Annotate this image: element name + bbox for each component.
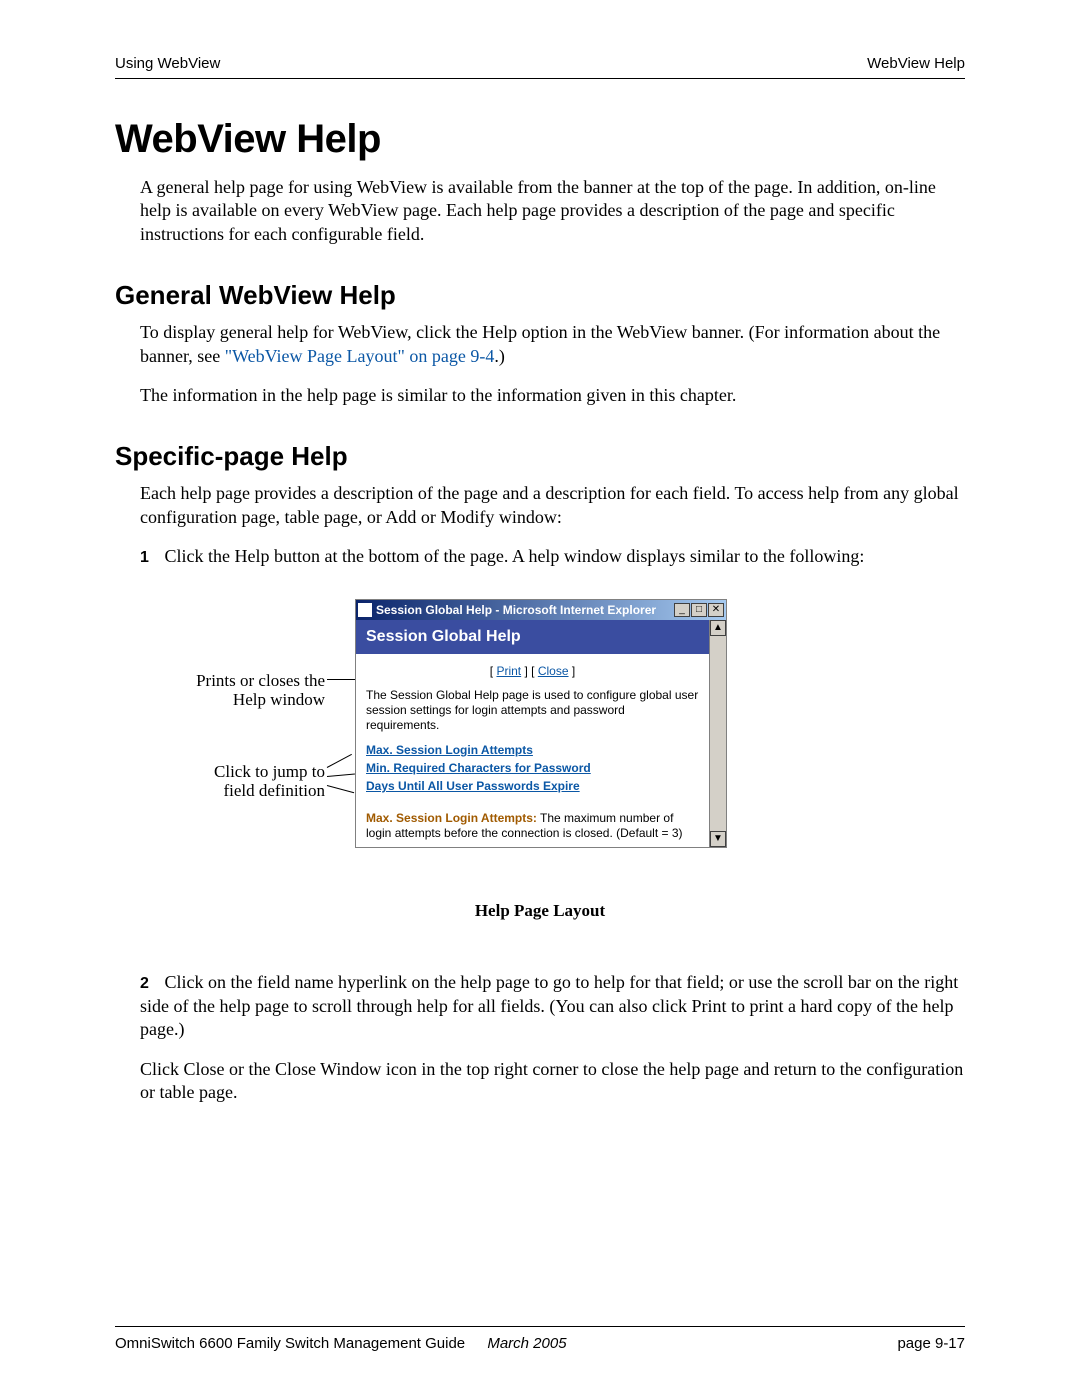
figure-caption: Help Page Layout: [115, 901, 965, 921]
section-general-p2: The information in the help page is simi…: [140, 384, 965, 407]
step-1: 1 Click the Help button at the bottom of…: [140, 545, 965, 569]
footer-page: page 9-17: [897, 1335, 965, 1352]
help-window-title: Session Global Help - Microsoft Internet…: [376, 603, 673, 617]
topic-link-min-chars[interactable]: Min. Required Characters for Password: [366, 761, 699, 775]
section-specific-p1: Each help page provides a description of…: [140, 482, 965, 529]
close-instruction: Click Close or the Close Window icon in …: [140, 1058, 965, 1105]
callout-print-close: Prints or closes theHelp window: [145, 671, 325, 710]
definition-term: Max. Session Login Attempts:: [366, 811, 537, 825]
print-link[interactable]: Print: [496, 664, 521, 678]
callout-line: [327, 785, 354, 793]
maximize-button[interactable]: □: [691, 603, 707, 617]
ie-icon: [358, 603, 372, 617]
minimize-button[interactable]: _: [674, 603, 690, 617]
running-head-right: WebView Help: [867, 55, 965, 72]
help-window-content: Session Global Help [ Print ] [ Close ] …: [356, 620, 709, 847]
topic-link-days-expire[interactable]: Days Until All User Passwords Expire: [366, 779, 699, 793]
step-2-text: Click on the field name hyperlink on the…: [140, 972, 958, 1039]
callout-jump-field: Click to jump tofield definition: [145, 762, 325, 801]
section-general-title: General WebView Help: [115, 280, 965, 311]
close-button[interactable]: ✕: [708, 603, 724, 617]
help-figure: Prints or closes theHelp window Click to…: [115, 599, 965, 889]
scroll-up-icon[interactable]: ▲: [710, 620, 726, 636]
cross-ref-link[interactable]: "WebView Page Layout" on page 9-4: [225, 346, 495, 366]
callout-line: [327, 754, 352, 768]
topic-link-max-attempts[interactable]: Max. Session Login Attempts: [366, 743, 699, 757]
definition-block: Max. Session Login Attempts: The maximum…: [366, 811, 699, 841]
section-specific-title: Specific-page Help: [115, 441, 965, 472]
step-1-text: Click the Help button at the bottom of t…: [165, 546, 865, 566]
close-link[interactable]: Close: [538, 664, 569, 678]
text-fragment: .): [494, 346, 505, 366]
footer-guide: OmniSwitch 6600 Family Switch Management…: [115, 1335, 465, 1352]
step-1-number: 1: [140, 548, 160, 569]
step-2: 2 Click on the field name hyperlink on t…: [140, 971, 965, 1042]
section-general-p1: To display general help for WebView, cli…: [140, 321, 965, 368]
print-close-row: [ Print ] [ Close ]: [366, 664, 699, 678]
help-banner: Session Global Help: [356, 620, 709, 654]
footer-left: OmniSwitch 6600 Family Switch Management…: [115, 1335, 567, 1352]
help-description: The Session Global Help page is used to …: [366, 688, 699, 733]
callout-line: [327, 773, 355, 776]
scrollbar[interactable]: ▲ ▼: [709, 620, 726, 847]
scroll-down-icon[interactable]: ▼: [710, 831, 726, 847]
running-head: Using WebView WebView Help: [115, 55, 965, 79]
help-window: Session Global Help - Microsoft Internet…: [355, 599, 727, 848]
running-head-left: Using WebView: [115, 55, 220, 72]
intro-paragraph: A general help page for using WebView is…: [140, 176, 965, 246]
footer-date: March 2005: [487, 1335, 566, 1352]
page-footer: OmniSwitch 6600 Family Switch Management…: [115, 1326, 965, 1352]
page-title: WebView Help: [115, 117, 965, 162]
help-window-titlebar: Session Global Help - Microsoft Internet…: [356, 600, 726, 620]
step-2-number: 2: [140, 974, 160, 995]
